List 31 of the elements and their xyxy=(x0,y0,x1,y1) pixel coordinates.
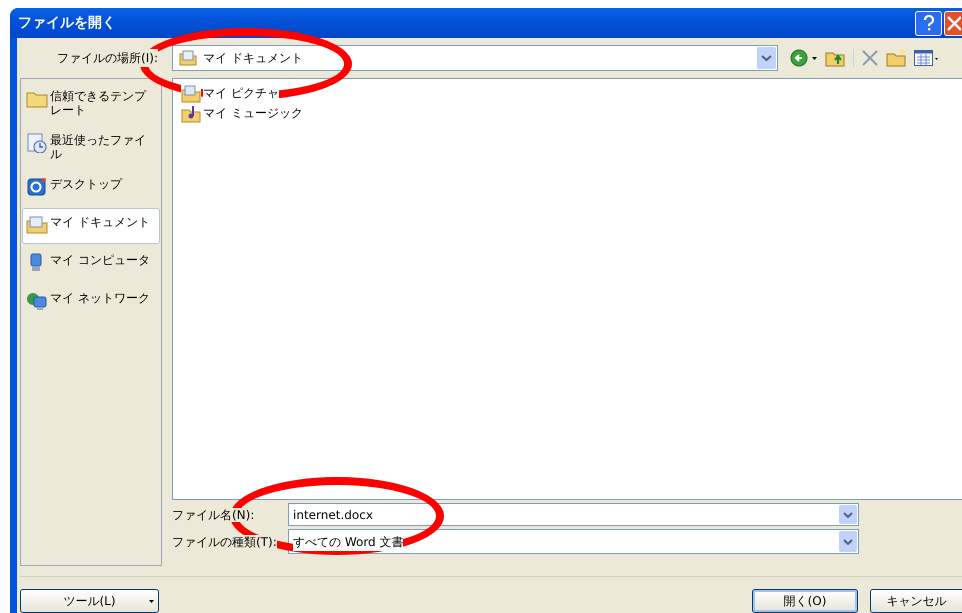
dropdown-arrow-icon xyxy=(149,600,154,603)
close-icon xyxy=(945,15,961,31)
network-icon xyxy=(26,291,48,311)
view-menu-icon[interactable] xyxy=(914,50,938,66)
place-item[interactable]: 信頼できるテンプレート xyxy=(22,82,160,124)
place-item[interactable]: マイ ドキュメント xyxy=(22,208,160,244)
file-type-dropdown[interactable]: すべての Word 文書 xyxy=(288,529,859,554)
desktop-icon xyxy=(26,177,48,197)
clock-document-icon xyxy=(26,133,48,153)
place-item[interactable]: 最近使ったファイル xyxy=(22,126,160,168)
new-folder-icon[interactable] xyxy=(886,49,906,67)
file-name-label: ファイル名(N): xyxy=(172,508,254,522)
open-button[interactable]: 開く(O) xyxy=(752,589,858,613)
place-item[interactable]: デスクトップ xyxy=(22,170,160,206)
file-type-label: ファイルの種類(T): xyxy=(172,534,277,548)
window-title: ファイルを開く xyxy=(18,14,116,32)
place-item[interactable]: マイ コンピュータ xyxy=(22,246,160,282)
location-dropdown[interactable]: マイ ドキュメント xyxy=(172,45,778,71)
help-button[interactable] xyxy=(915,10,942,36)
close-button[interactable] xyxy=(944,10,962,36)
tools-button[interactable]: ツール(L) xyxy=(20,589,159,613)
help-icon xyxy=(922,14,934,32)
back-icon[interactable] xyxy=(790,49,817,67)
place-item[interactable]: マイ ネットワーク xyxy=(22,284,160,320)
file-name-field[interactable]: internet.docx xyxy=(288,503,859,526)
location-label: ファイルの場所(I): xyxy=(57,49,158,67)
cancel-button[interactable]: キャンセル xyxy=(870,589,962,613)
music-folder-icon xyxy=(181,104,201,122)
document-folder-icon xyxy=(26,215,48,235)
picture-folder-icon xyxy=(181,84,201,102)
document-folder-icon xyxy=(179,50,197,66)
